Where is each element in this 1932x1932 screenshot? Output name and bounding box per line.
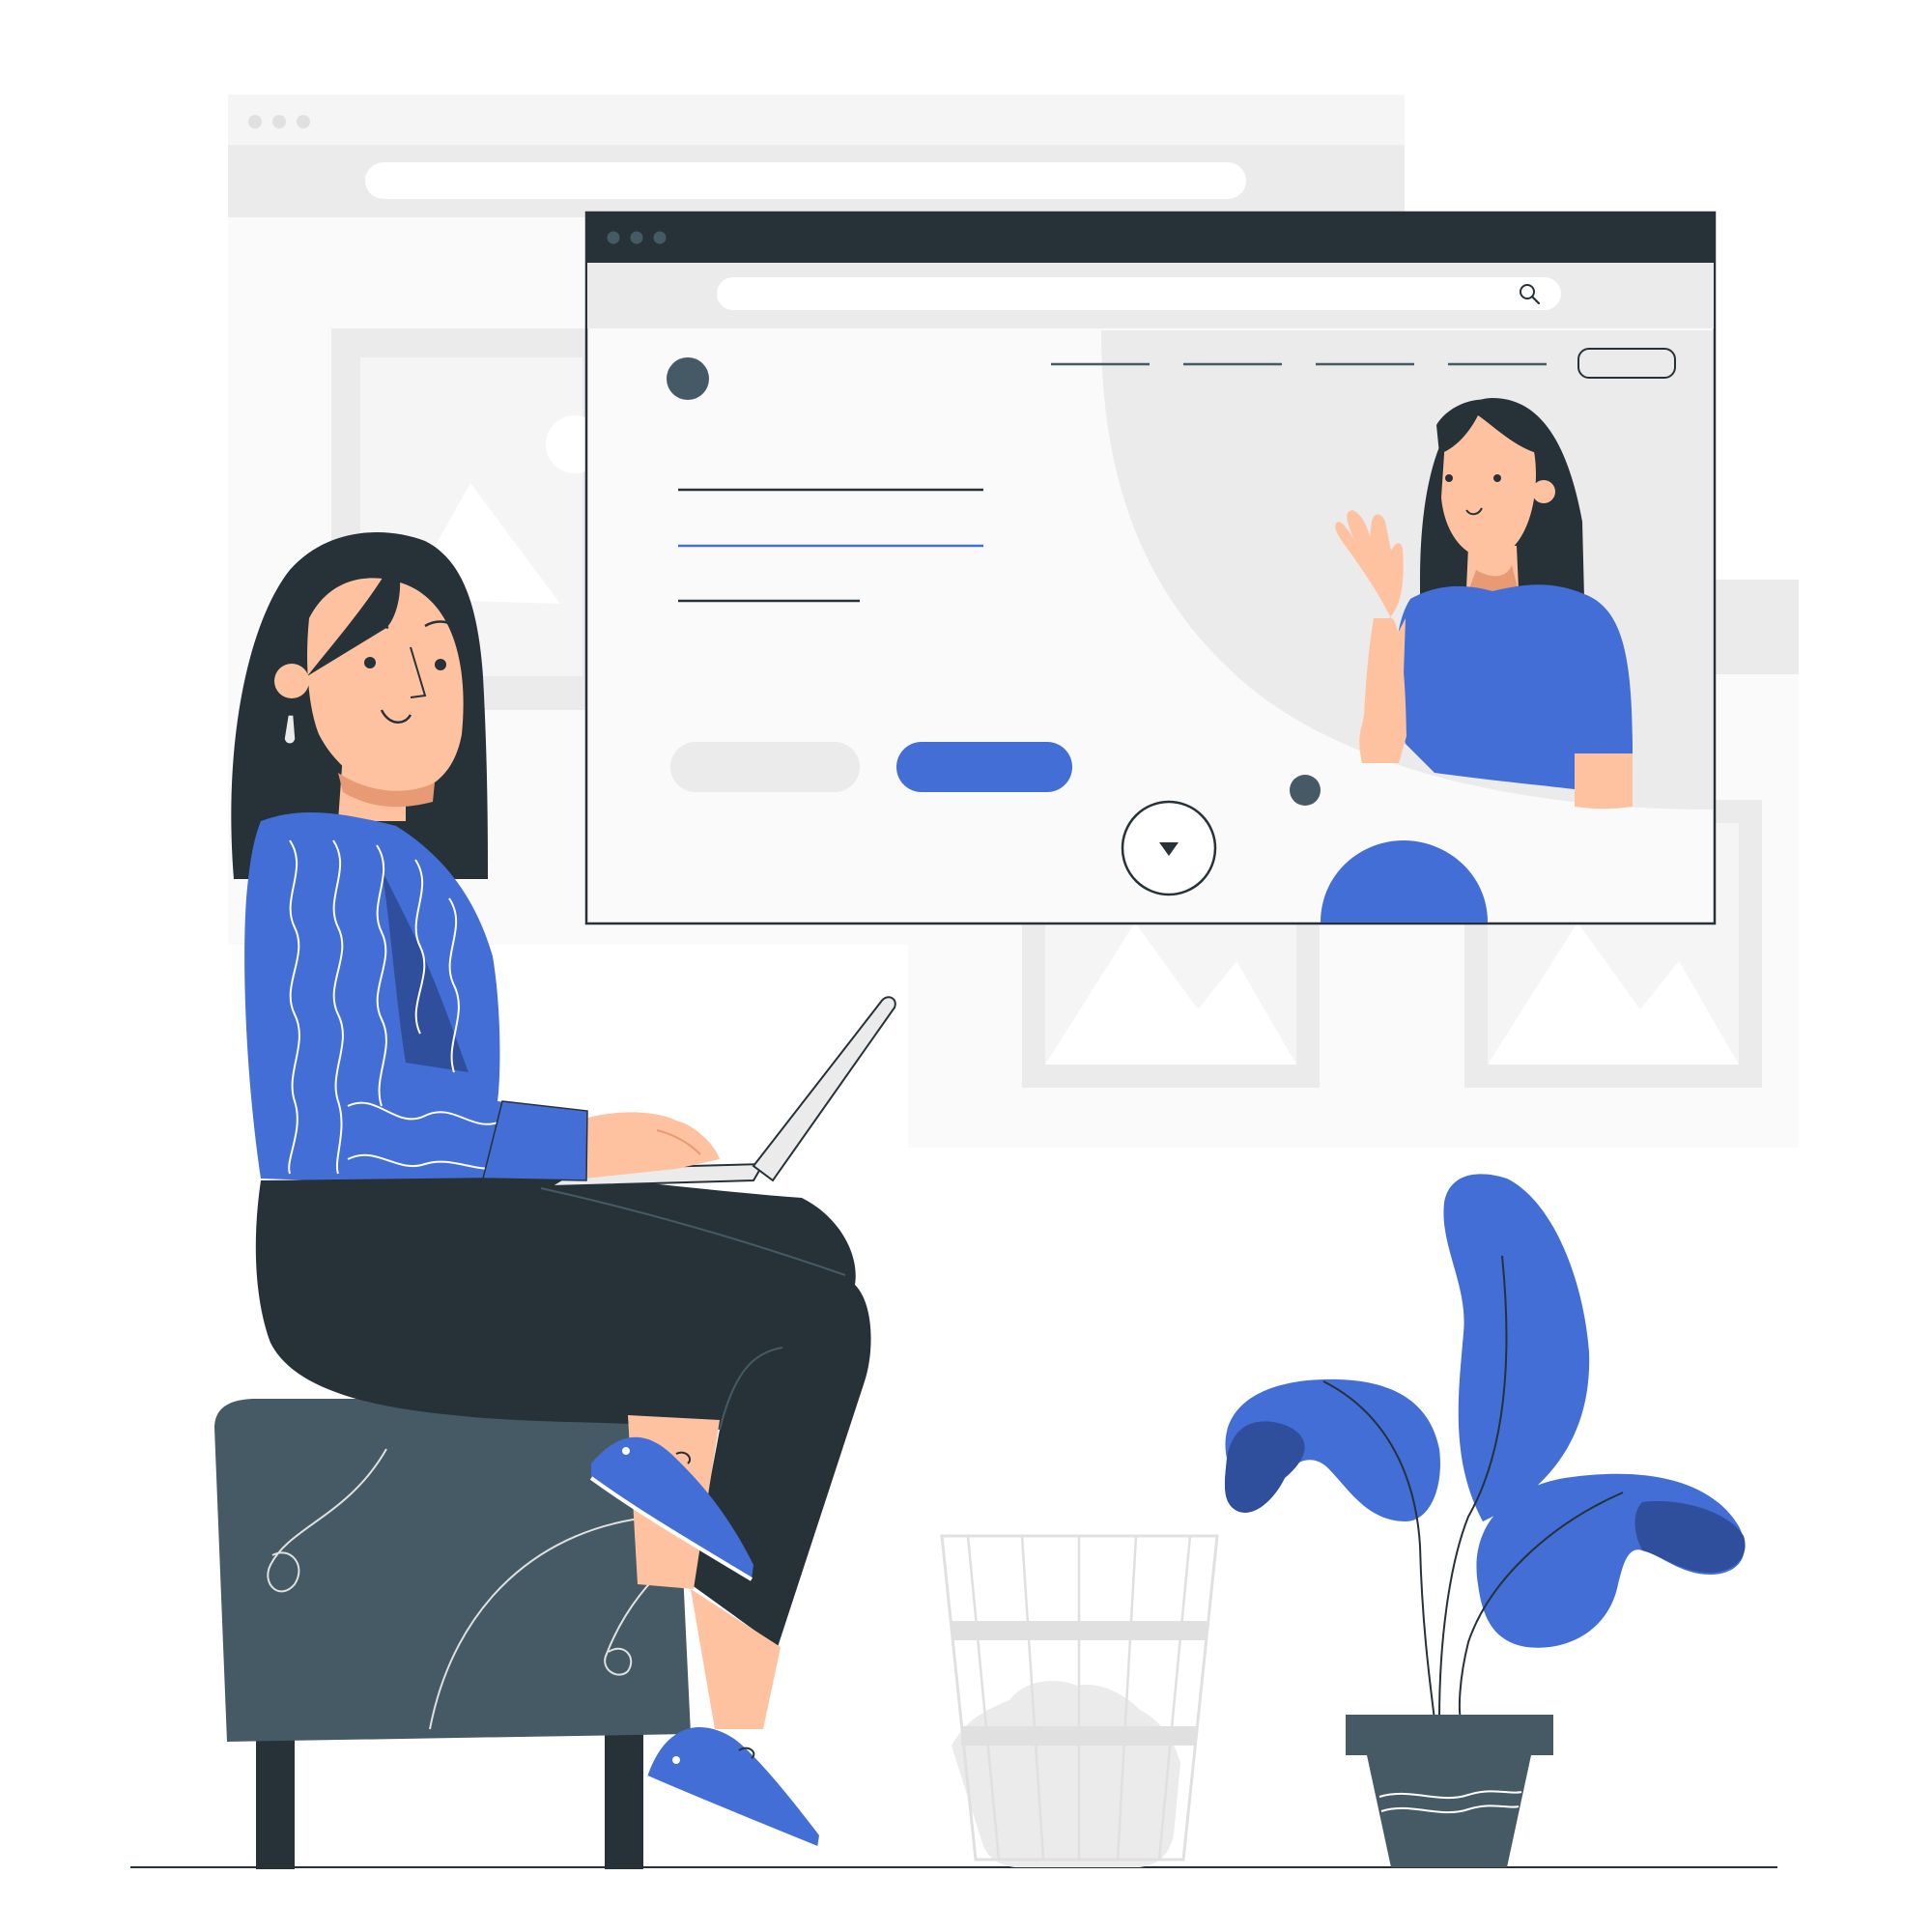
sneaker-icon (646, 1727, 819, 1850)
window-dot-icon (607, 231, 620, 244)
chevron-down-icon[interactable] (1121, 800, 1217, 896)
window-dot-icon (297, 115, 310, 128)
primary-button[interactable] (896, 742, 1072, 792)
illustration-scene (130, 95, 1799, 1869)
secondary-button[interactable] (670, 742, 860, 792)
window-dot-icon (630, 231, 643, 244)
window-dot-icon (248, 115, 262, 128)
title-bar (586, 213, 1715, 263)
front-browser-window (584, 211, 1717, 925)
slider-dot[interactable] (1290, 775, 1321, 806)
address-bar[interactable] (717, 277, 1561, 310)
window-dot-icon (653, 231, 667, 244)
potted-plant (1224, 1174, 1746, 1867)
waste-basket (940, 1534, 1219, 1867)
window-dot-icon (272, 115, 286, 128)
site-logo[interactable] (667, 357, 709, 400)
back-address-bar (365, 162, 1246, 199)
